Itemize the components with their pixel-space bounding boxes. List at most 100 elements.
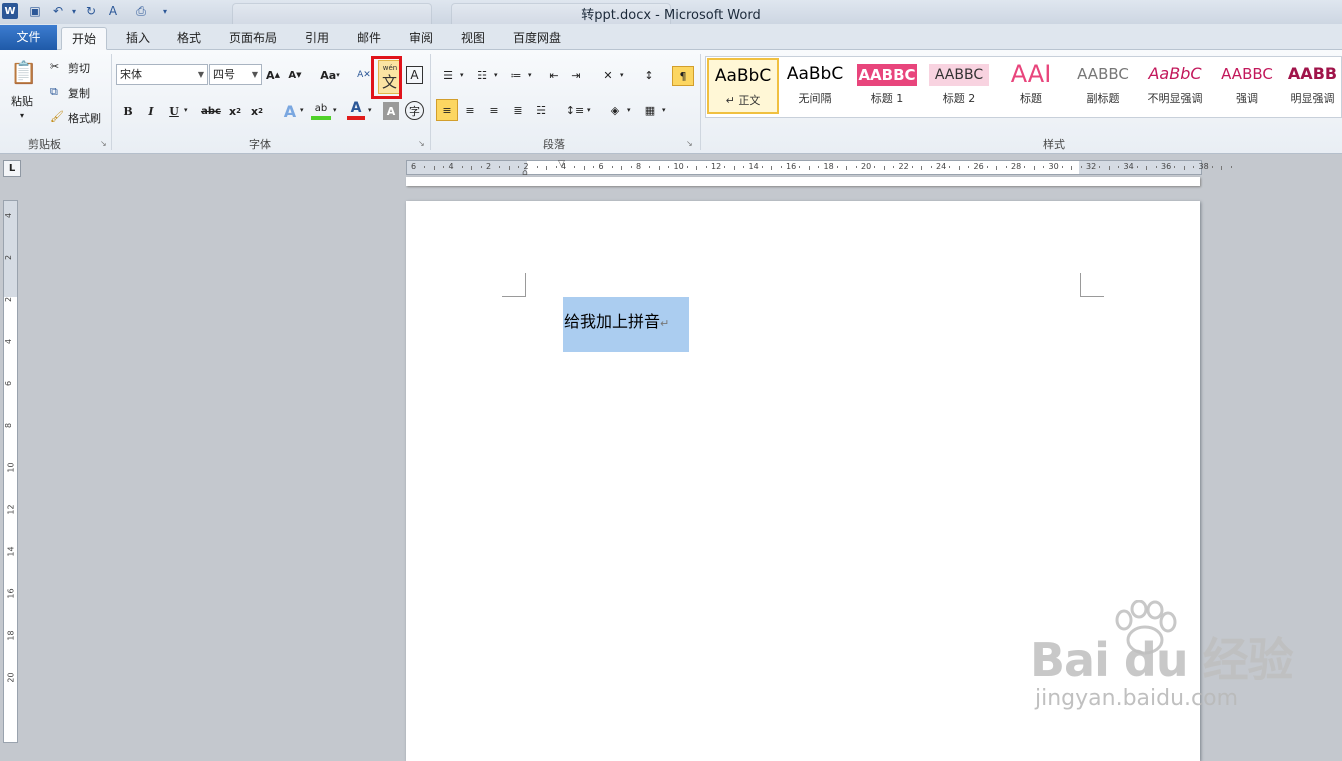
superscript-icon[interactable]: x2 — [249, 102, 265, 120]
copy-icon[interactable]: ⧉ — [50, 85, 58, 99]
ruler-tick — [996, 166, 998, 170]
window-title: 转ppt.docx - Microsoft Word — [581, 8, 761, 23]
highlight-color-icon[interactable]: ab — [311, 100, 331, 120]
ruler-tick — [874, 166, 876, 168]
multilevel-list-icon[interactable]: ≔ — [506, 66, 526, 84]
bold-icon[interactable]: B — [120, 102, 136, 120]
align-right-icon[interactable]: ≡ — [484, 100, 504, 120]
tab-view[interactable]: 视图 — [451, 27, 495, 50]
ruler-tick — [574, 166, 576, 168]
paste-button[interactable]: 粘贴 — [11, 93, 33, 109]
line-spacing-icon[interactable]: ↕≡ — [565, 100, 585, 120]
align-center-icon[interactable]: ≡ — [460, 100, 480, 120]
font-color-icon[interactable]: A — [347, 100, 365, 120]
grow-font-icon[interactable]: A ▲ — [264, 66, 282, 84]
tab-review[interactable]: 审阅 — [399, 27, 443, 50]
tab-file[interactable]: 文件 — [0, 25, 57, 50]
format-painter-button[interactable]: 格式刷 — [68, 110, 101, 126]
numbering-dropdown-icon[interactable]: ▾ — [494, 71, 498, 79]
italic-icon[interactable]: I — [143, 102, 159, 120]
sort-icon[interactable]: ↕ — [640, 66, 658, 84]
enclose-characters-icon[interactable]: 字 — [405, 101, 424, 120]
chevron-down-icon[interactable]: ▼ — [198, 65, 204, 84]
ruler-tick — [930, 166, 932, 168]
change-case-label: Aa — [320, 68, 337, 82]
chinese-layout-icon[interactable]: ✕ — [598, 66, 618, 84]
shading-icon[interactable]: ◈ — [605, 100, 625, 120]
style-sample: AaBbC — [1148, 64, 1202, 83]
first-line-indent-marker-icon[interactable]: ▽ — [558, 159, 565, 169]
style-heading-1[interactable]: AABBC 标题 1 — [851, 58, 923, 114]
tab-references[interactable]: 引用 — [295, 27, 339, 50]
text-effects-icon[interactable]: A — [281, 101, 299, 121]
format-painter-icon[interactable]: 🖌 — [50, 110, 64, 123]
ruler-tick-label: 10 — [673, 162, 684, 171]
font-color-dropdown-icon[interactable]: ▾ — [368, 106, 372, 114]
underline-dropdown-icon[interactable]: ▾ — [184, 106, 188, 114]
clipboard-launcher-icon[interactable]: ↘ — [100, 139, 107, 148]
bullets-dropdown-icon[interactable]: ▾ — [460, 71, 464, 79]
character-border-icon[interactable]: A — [406, 66, 423, 84]
style-subtitle[interactable]: AABBC 副标题 — [1067, 58, 1139, 114]
show-hide-marks-icon[interactable]: ¶ — [672, 66, 694, 86]
highlight-dropdown-icon[interactable]: ▾ — [333, 106, 337, 114]
style-subtle-emphasis[interactable]: AaBbC 不明显强调 — [1139, 58, 1211, 114]
distributed-icon[interactable]: ☵ — [531, 100, 551, 120]
ruler-tick-label: 2 — [4, 296, 14, 303]
style-normal[interactable]: AaBbC ↵ 正文 — [707, 58, 779, 114]
vertical-ruler[interactable]: 4 2 2 4 6 8 10 12 14 16 18 20 — [3, 200, 18, 743]
decrease-indent-icon[interactable]: ⇤ — [545, 66, 563, 84]
paste-dropdown-icon[interactable]: ▾ — [20, 111, 24, 120]
clear-formatting-icon[interactable]: A✕ — [357, 66, 371, 84]
style-no-spacing[interactable]: AaBbC 无间隔 — [779, 58, 851, 114]
text-effects-dropdown-icon[interactable]: ▾ — [300, 106, 304, 114]
font-name-combo[interactable]: 宋体 ▼ — [116, 64, 208, 85]
line-spacing-dropdown-icon[interactable]: ▾ — [587, 106, 591, 114]
character-shading-icon[interactable]: A — [383, 102, 399, 120]
paste-icon[interactable]: 📋 — [9, 56, 39, 90]
tab-mailings[interactable]: 邮件 — [347, 27, 391, 50]
justify-icon[interactable]: ≣ — [508, 100, 528, 120]
borders-icon[interactable]: ▦ — [640, 100, 660, 120]
group-divider — [700, 54, 701, 150]
strikethrough-icon[interactable]: abc — [200, 102, 222, 120]
paragraph-launcher-icon[interactable]: ↘ — [686, 139, 693, 148]
borders-dropdown-icon[interactable]: ▾ — [662, 106, 666, 114]
cut-icon[interactable]: ✂ — [50, 60, 59, 73]
shrink-font-icon[interactable]: A ▼ — [286, 66, 304, 84]
shading-dropdown-icon[interactable]: ▾ — [627, 106, 631, 114]
style-emphasis[interactable]: AABBC 强调 — [1211, 58, 1283, 114]
tab-home[interactable]: 开始 — [61, 27, 108, 50]
subscript-icon[interactable]: x2 — [227, 102, 243, 120]
copy-button[interactable]: 复制 — [68, 85, 90, 101]
tab-selector-button[interactable]: L — [3, 160, 21, 177]
ruler-tick — [818, 166, 820, 168]
style-heading-2[interactable]: AABBC 标题 2 — [923, 58, 995, 114]
multilevel-dropdown-icon[interactable]: ▾ — [528, 71, 532, 79]
horizontal-ruler[interactable]: 6 4 2 2 4 6 8 10 12 14 16 18 20 22 24 26 28 30 32 34 36 38 ⌂ … — [406, 159, 1232, 178]
underline-icon[interactable]: U — [166, 102, 182, 120]
bullets-icon[interactable]: ☰ — [438, 66, 458, 84]
font-launcher-icon[interactable]: ↘ — [418, 139, 425, 148]
tab-baidu-netdisk[interactable]: 百度网盘 — [503, 27, 571, 50]
font-size-combo[interactable]: 四号 ▼ — [209, 64, 262, 85]
chinese-layout-dropdown-icon[interactable]: ▾ — [620, 71, 624, 79]
style-intense-emphasis[interactable]: AABB 明显强调 — [1283, 58, 1342, 114]
chevron-down-icon[interactable]: ▼ — [252, 65, 258, 84]
tab-page-layout[interactable]: 页面布局 — [219, 27, 287, 50]
document-paragraph[interactable]: 给我加上拼音↵ — [564, 308, 669, 332]
ruler-tick — [1221, 166, 1223, 170]
ruler-tick — [621, 166, 623, 170]
tab-insert[interactable]: 插入 — [116, 27, 160, 50]
change-case-icon[interactable]: Aa ▾ — [318, 66, 342, 84]
numbering-icon[interactable]: ☷ — [472, 66, 492, 84]
increase-indent-icon[interactable]: ⇥ — [567, 66, 585, 84]
ruler-tick — [686, 166, 688, 168]
cut-button[interactable]: 剪切 — [68, 60, 90, 76]
align-left-icon[interactable]: ≡ — [436, 99, 458, 121]
ruler-tick-label: 4 — [448, 162, 454, 171]
style-title[interactable]: AAI 标题 — [995, 58, 1067, 114]
ruler-tick-label: 12 — [711, 162, 722, 171]
tab-format[interactable]: 格式 — [167, 27, 211, 50]
style-sample: AABBC — [1077, 65, 1129, 83]
